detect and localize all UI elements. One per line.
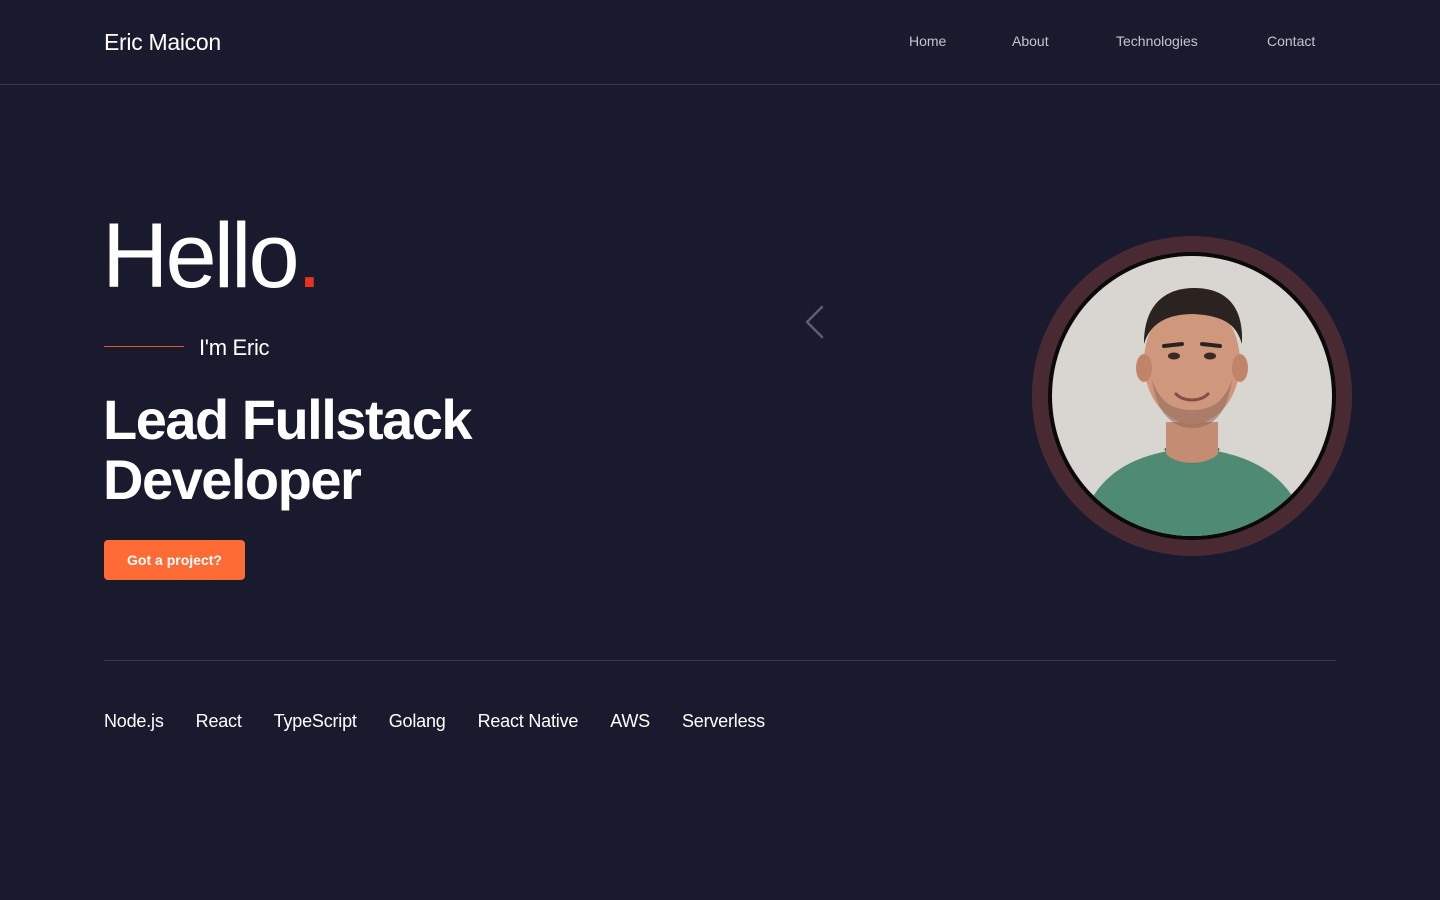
- main-nav: Home About Technologies Contact: [0, 33, 1440, 53]
- hero-role-line1: Lead Fullstack: [103, 388, 473, 451]
- nav-link-technologies[interactable]: Technologies: [1116, 33, 1198, 49]
- hero-greeting-text: Hello: [102, 205, 300, 307]
- hero-greeting: Hello.: [102, 210, 322, 302]
- hero-greeting-dot: .: [296, 205, 323, 307]
- tech-item: TypeScript: [273, 711, 357, 731]
- nav-link-home[interactable]: Home: [909, 33, 946, 49]
- technologies-list: Node.js React TypeScript Golang React Na…: [104, 711, 765, 732]
- tech-item: Node.js: [104, 711, 164, 731]
- got-a-project-button[interactable]: Got a project?: [104, 540, 245, 580]
- hero-role-line2: Developer: [103, 448, 362, 511]
- tech-item: React: [195, 711, 242, 731]
- hero-role: Lead Fullstack Developer: [103, 390, 623, 510]
- hero-intro: I'm Eric: [199, 335, 270, 360]
- site-header: Eric Maicon Home About Technologies Cont…: [0, 0, 1440, 85]
- intro-divider-line: [104, 346, 184, 347]
- section-divider: [104, 660, 1336, 661]
- tech-item: React Native: [477, 711, 579, 731]
- tech-item: Serverless: [681, 711, 765, 731]
- tech-item: Golang: [388, 711, 446, 731]
- nav-link-contact[interactable]: Contact: [1267, 33, 1315, 49]
- chevron-left-icon[interactable]: [800, 302, 830, 342]
- nav-link-about[interactable]: About: [1012, 33, 1049, 49]
- avatar: [1048, 252, 1336, 540]
- tech-item: AWS: [610, 711, 650, 731]
